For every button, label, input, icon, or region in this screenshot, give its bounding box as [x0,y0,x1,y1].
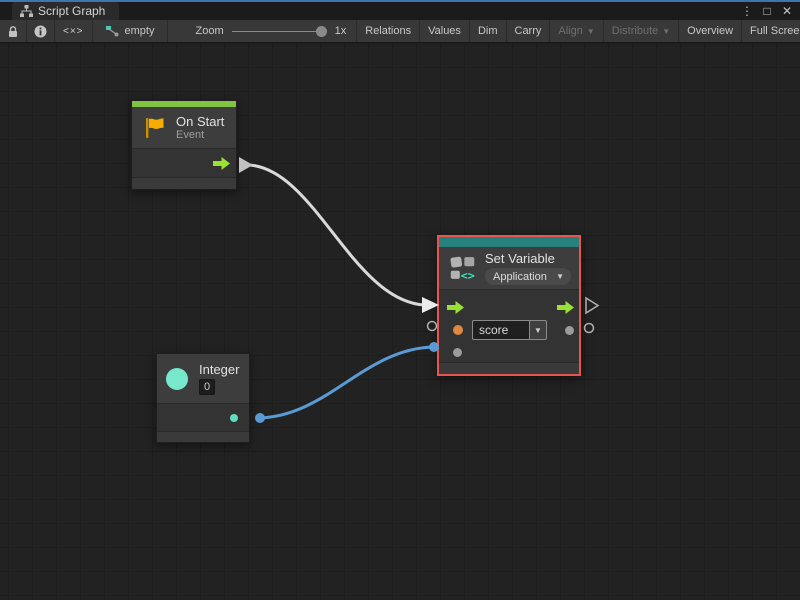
flag-icon [143,116,166,140]
flow-input-arrow-icon[interactable] [447,301,464,314]
titlebar: Script Graph ⋮ □ ✕ [0,2,800,20]
window-focus-line [0,0,800,2]
values-button[interactable]: Values [420,20,470,42]
variable-scope-label: Application [493,271,547,283]
carry-button[interactable]: Carry [507,20,551,42]
set-variable-footer [439,362,579,374]
fullscreen-button[interactable]: Full Screen [742,20,800,42]
graph-hierarchy-icon [20,5,33,17]
on-start-header: On Start Event [132,107,236,148]
set-variable-icon: <> [449,253,477,283]
on-start-body [132,148,236,177]
node-set-variable-selection: <> Set Variable Application ▼ [437,235,581,376]
svg-text:<>: <> [461,269,475,283]
set-variable-colorbar [439,237,579,247]
tab-label: Script Graph [38,4,105,18]
on-start-footer [132,177,236,189]
zoom-slider-handle[interactable] [316,26,327,37]
on-start-subtitle: Event [176,129,224,142]
variable-name-field[interactable]: score [472,320,529,340]
dim-button[interactable]: Dim [470,20,507,42]
chevron-down-icon: ▼ [587,27,595,36]
value-output-dot[interactable] [565,326,574,335]
integer-value-field[interactable]: 0 [199,379,215,395]
chevron-down-icon: ▼ [556,272,564,281]
lock-icon [7,25,19,38]
tab-script-graph[interactable]: Script Graph [12,2,119,20]
inspect-button[interactable] [27,20,55,42]
graph-connection-icon [105,25,119,37]
script-graph-window: Script Graph ⋮ □ ✕ <×> [0,0,800,600]
lock-button[interactable] [0,20,27,42]
set-variable-body: score ▼ [439,289,579,362]
toolbar-right-group: Relations Values Dim Carry Align▼ Distri… [356,20,800,42]
code-view-toggle[interactable]: <×> [55,20,93,42]
integer-title: Integer [199,362,239,377]
maximize-icon[interactable]: □ [760,4,774,18]
set-variable-title: Set Variable [485,251,571,266]
integer-header: Integer 0 [157,354,249,403]
more-menu-icon[interactable]: ⋮ [740,4,754,18]
integer-output-port[interactable] [230,414,238,422]
flow-output-arrow-icon[interactable] [213,157,230,170]
variable-name-dropdown-button[interactable]: ▼ [529,320,547,340]
align-dropdown-button[interactable]: Align▼ [550,20,603,42]
relations-button[interactable]: Relations [357,20,420,42]
close-icon[interactable]: ✕ [780,4,794,18]
graph-selector[interactable]: empty [93,20,168,42]
code-view-glyph: <×> [63,26,84,37]
chevron-down-icon: ▼ [662,27,670,36]
variable-name-input-port[interactable] [453,325,463,335]
info-icon [34,25,47,38]
graph-canvas[interactable] [0,43,800,600]
node-set-variable[interactable]: <> Set Variable Application ▼ [439,237,579,374]
zoom-control: Zoom 1x [168,20,357,42]
graph-toolbar: <×> empty Zoom 1x Relations Values Dim C… [0,20,800,43]
node-integer[interactable]: Integer 0 [156,353,250,443]
window-controls: ⋮ □ ✕ [740,4,800,18]
variable-scope-dropdown[interactable]: Application ▼ [485,268,571,285]
flow-output-arrow-icon[interactable] [557,301,574,314]
integer-body [157,403,249,431]
node-on-start[interactable]: On Start Event [131,100,237,190]
zoom-label: Zoom [196,25,224,37]
overview-button[interactable]: Overview [679,20,742,42]
zoom-value: 1x [335,25,347,37]
new-value-input-port[interactable] [453,348,462,357]
integer-circle-icon [166,368,188,390]
zoom-slider-track [232,31,327,32]
integer-footer [157,431,249,442]
graph-selector-label: empty [125,25,155,37]
on-start-title: On Start [176,114,224,129]
set-variable-header: <> Set Variable Application ▼ [439,247,579,289]
distribute-dropdown-button[interactable]: Distribute▼ [604,20,679,42]
zoom-slider[interactable] [232,20,327,43]
